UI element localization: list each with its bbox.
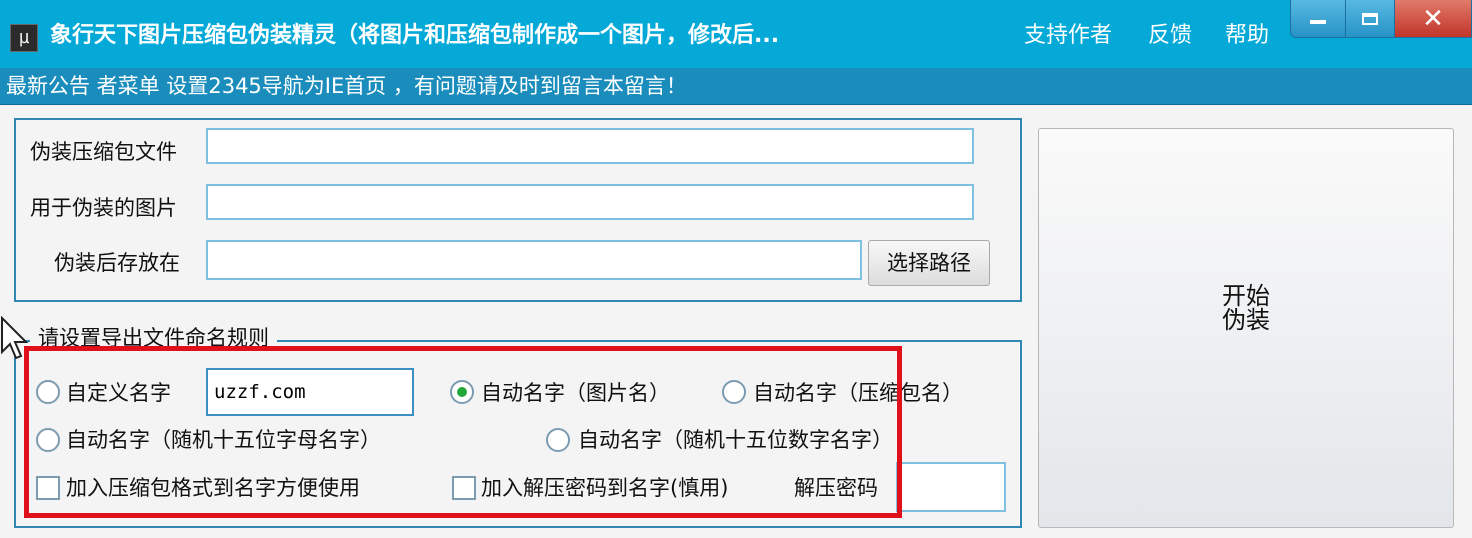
app-icon: µ xyxy=(10,24,38,52)
archive-file-label: 伪装压缩包文件 xyxy=(30,140,177,164)
cover-image-label: 用于伪装的图片 xyxy=(30,196,177,220)
auto-image-name-radio[interactable] xyxy=(450,380,474,404)
auto-archive-name-radio[interactable] xyxy=(722,380,746,404)
custom-name-label[interactable]: 自定义名字 xyxy=(66,377,171,409)
start-disguise-button[interactable]: 开始伪装 xyxy=(1038,128,1454,528)
auto-archive-name-label[interactable]: 自动名字（压缩包名） xyxy=(753,377,963,409)
minimize-icon xyxy=(1310,19,1326,24)
mouse-cursor-icon xyxy=(1,316,29,360)
window-title: 象行天下图片压缩包伪装精灵（将图片和压缩包制作成一个图片，修改后... xyxy=(50,23,780,48)
maximize-button[interactable] xyxy=(1345,0,1395,38)
start-disguise-label: 开始伪装 xyxy=(1222,282,1270,334)
close-icon: ✕ xyxy=(1422,3,1444,34)
random-digits-name-radio[interactable] xyxy=(546,428,570,452)
auto-image-name-label[interactable]: 自动名字（图片名） xyxy=(481,377,670,409)
archive-file-input[interactable] xyxy=(206,128,974,164)
random-letters-name-radio[interactable] xyxy=(36,428,60,452)
custom-name-radio[interactable] xyxy=(36,380,60,404)
support-author-link[interactable]: 支持作者 xyxy=(1024,20,1112,52)
password-label: 解压密码 xyxy=(794,476,878,500)
cover-image-input[interactable] xyxy=(206,184,974,220)
close-button[interactable]: ✕ xyxy=(1394,0,1472,38)
output-path-label: 伪装后存放在 xyxy=(54,251,180,275)
announcement-text[interactable]: 最新公告 者菜单 设置2345导航为IE首页 ，有问题请及时到留言本留言！ xyxy=(6,72,687,100)
feedback-link[interactable]: 反馈 xyxy=(1148,20,1192,52)
add-password-label[interactable]: 加入解压密码到名字(慎用) xyxy=(481,472,728,504)
password-input[interactable] xyxy=(896,462,1006,512)
help-link[interactable]: 帮助 xyxy=(1225,20,1269,52)
random-letters-name-label[interactable]: 自动名字（随机十五位字母名字） xyxy=(66,424,381,456)
add-archive-format-label[interactable]: 加入压缩包格式到名字方便使用 xyxy=(66,472,360,504)
naming-rules-title: 请设置导出文件命名规则 xyxy=(30,322,277,354)
title-bar: µ 象行天下图片压缩包伪装精灵（将图片和压缩包制作成一个图片，修改后... 支持… xyxy=(0,0,1472,68)
add-password-checkbox[interactable] xyxy=(452,476,476,500)
add-archive-format-checkbox[interactable] xyxy=(36,476,60,500)
browse-path-button[interactable]: 选择路径 xyxy=(868,240,990,286)
custom-name-input[interactable] xyxy=(206,368,414,416)
output-path-input[interactable] xyxy=(206,240,862,280)
announcement-bar: 最新公告 者菜单 设置2345导航为IE首页 ，有问题请及时到留言本留言！ xyxy=(0,68,1472,105)
random-digits-name-label[interactable]: 自动名字（随机十五位数字名字） xyxy=(578,424,893,456)
maximize-icon xyxy=(1362,12,1378,25)
minimize-button[interactable] xyxy=(1290,0,1346,38)
